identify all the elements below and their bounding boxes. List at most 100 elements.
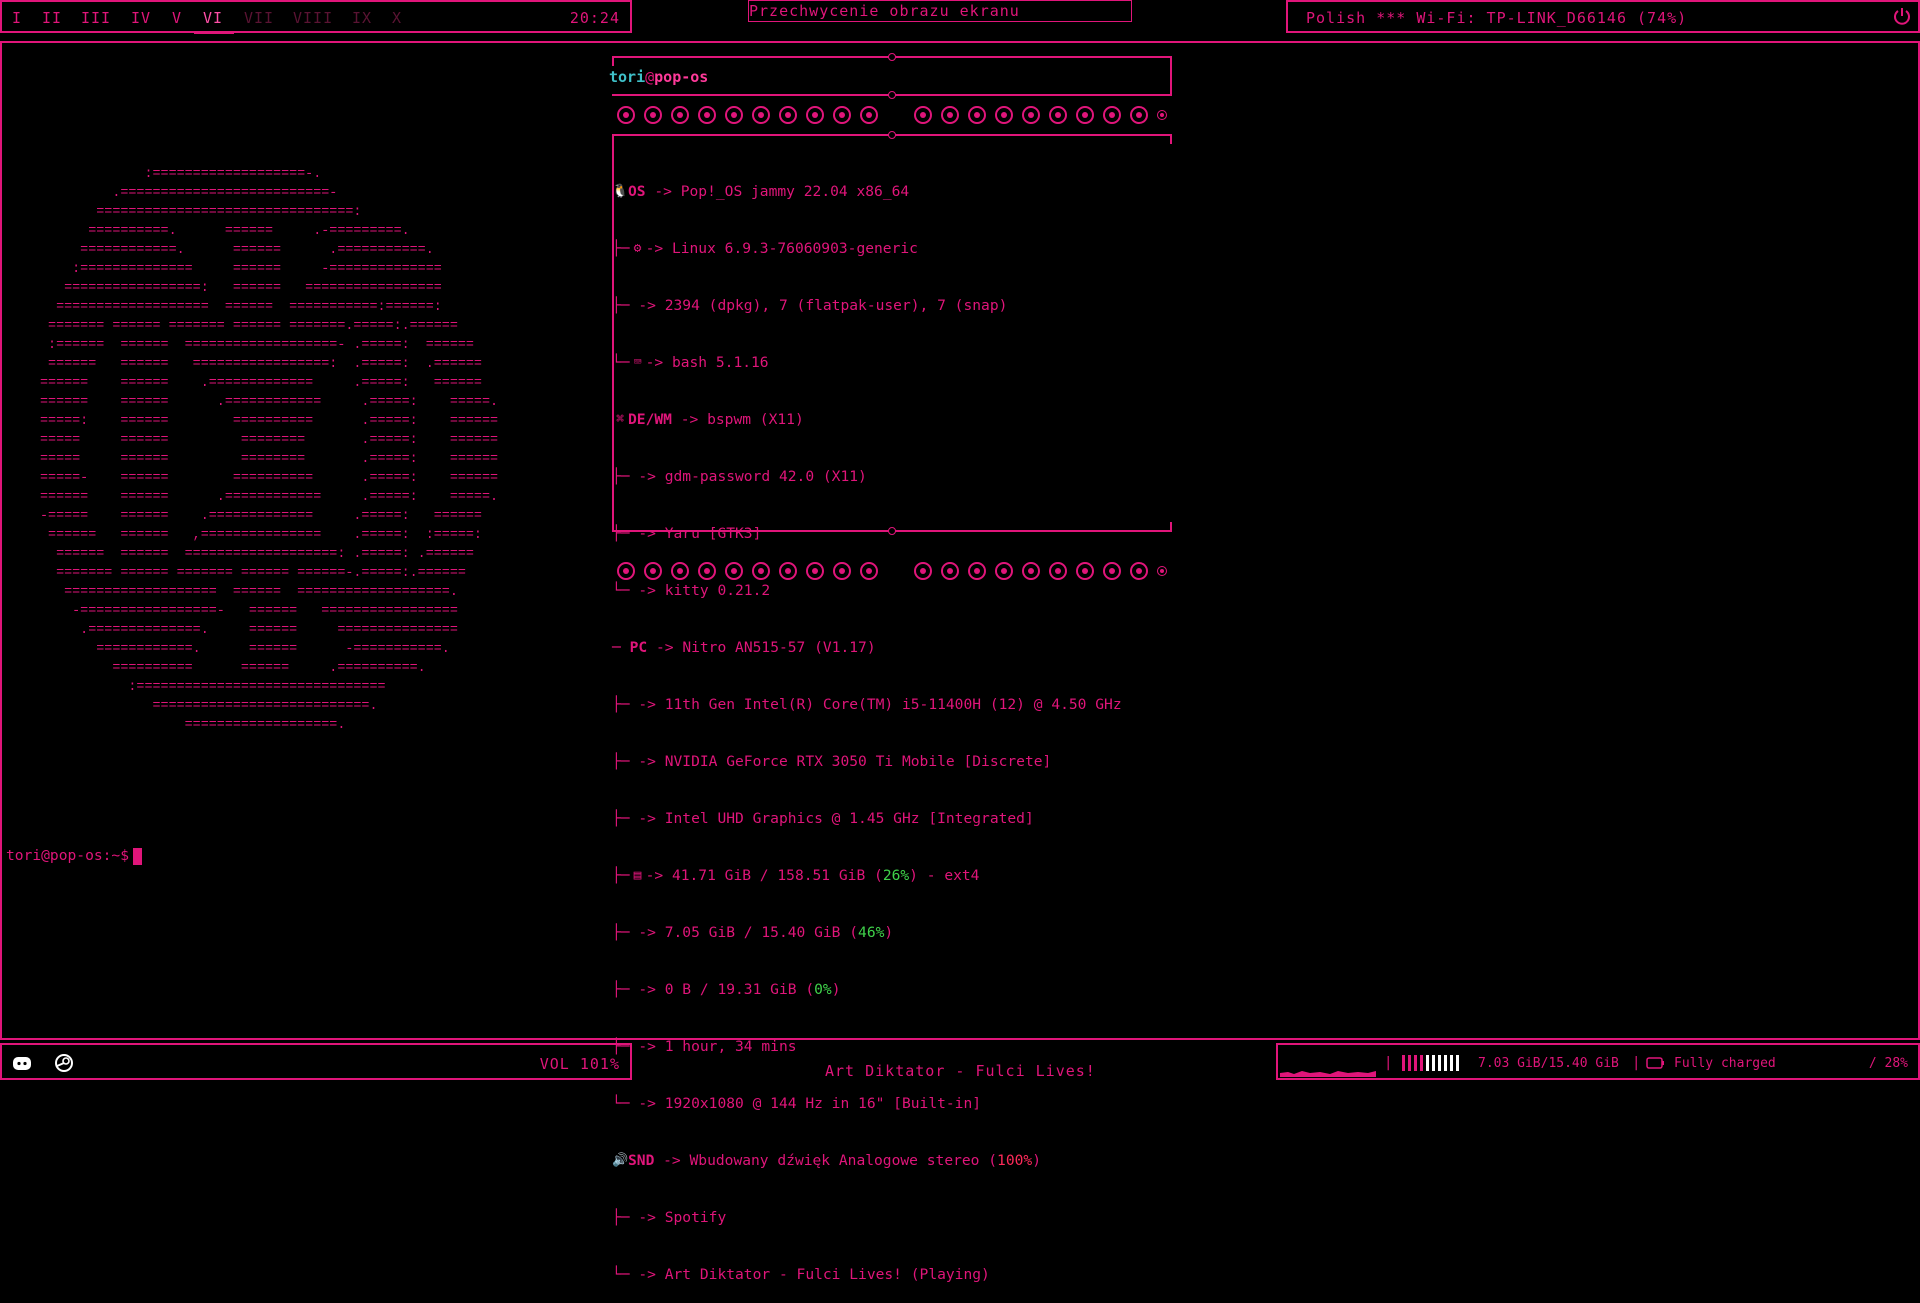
username: tori [609, 68, 646, 86]
info-row-sound: 🔊 SND -> Wbudowany dźwięk Analogowe stere… [612, 1152, 1041, 1169]
workspace-10[interactable]: X [392, 9, 402, 27]
tree-branch: ├─ [612, 810, 630, 827]
clock: 20:24 [569, 9, 620, 27]
info-row-gpu1: ├─ -> NVIDIA GeForce RTX 3050 Ti Mobile … [612, 753, 1052, 770]
network-status[interactable]: Polish *** Wi-Fi: TP-LINK_D66146 (74%) [1306, 9, 1687, 27]
gear-icon: ⚙ [633, 241, 642, 256]
info-value: 11th Gen Intel(R) Core(TM) i5-11400H (12… [664, 696, 1122, 713]
workspace-3[interactable]: III [81, 9, 111, 27]
info-row-de: ⌘ DE/WM -> bspwm (X11) [612, 410, 1122, 429]
disk-icon: ▤ [633, 868, 642, 883]
workspace-9[interactable]: IX [352, 9, 372, 27]
info-row-memory: ├─ -> 7.05 GiB / 15.40 GiB (46%) [612, 924, 894, 941]
info-value: Linux 6.9.3-76060903-generic [671, 240, 918, 257]
color-dot [644, 106, 662, 124]
info-value: 0 B / 19.31 GiB ( [664, 981, 815, 998]
tree-branch: ├─ [612, 297, 630, 314]
active-workspace-indicator [194, 31, 234, 34]
frame-knot [888, 91, 896, 99]
frame-knot [888, 53, 896, 61]
tree-branch: ─ [612, 639, 621, 656]
color-dot [698, 106, 716, 124]
info-row-cpu: ├─ -> 11th Gen Intel(R) Core(TM) i5-1140… [612, 696, 1122, 713]
memory-bar-segment [1456, 1055, 1459, 1071]
info-value: 1 hour, 34 mins [664, 1038, 797, 1055]
info-value: gdm-password 42.0 (X11) [664, 468, 867, 485]
memory-bar-segment [1426, 1055, 1429, 1071]
memory-bar-segment [1414, 1055, 1417, 1071]
color-dot [725, 562, 743, 580]
linux-icon: 🐧 [612, 184, 629, 199]
color-dot [995, 562, 1013, 580]
memory-bar-segment [1450, 1055, 1453, 1071]
info-row-shell: └─ ⌨ -> bash 5.1.16 [612, 354, 769, 371]
color-dots-top [617, 106, 1176, 124]
info-value: Spotify [664, 1209, 727, 1226]
workspace-4[interactable]: IV [131, 9, 151, 27]
memory-bar-segment [1402, 1055, 1405, 1071]
info-value: Intel UHD Graphics @ 1.45 GHz [Integrate… [664, 810, 1034, 827]
window-title-text: Przechwycenie obrazu ekranu [749, 2, 1020, 20]
info-row-player: ├─ -> Spotify [612, 1209, 727, 1226]
tree-branch: ├─ [612, 867, 630, 884]
info-percent: 100% [997, 1152, 1033, 1169]
tree-branch: ├─ [612, 525, 630, 542]
color-dot [617, 562, 635, 580]
info-key: OS [628, 183, 646, 200]
info-tail: ) [831, 981, 841, 998]
info-value: Nitro AN515-57 (V1.17) [682, 639, 876, 656]
info-value: 41.71 GiB / 158.51 GiB ( [671, 867, 883, 884]
tree-branch: ├─ [612, 468, 630, 485]
workspace-8[interactable]: VIII [293, 9, 333, 27]
info-value: Yaru [GTK3] [664, 525, 762, 542]
workspace-1[interactable]: I [12, 9, 22, 27]
color-dot [779, 106, 797, 124]
tree-branch: ├─ [612, 924, 630, 941]
info-key: DE/WM [628, 411, 672, 428]
discord-icon[interactable] [12, 1053, 32, 1073]
volume-indicator[interactable]: VOL 101% [540, 1055, 620, 1073]
memory-bar-segment [1420, 1055, 1423, 1071]
tree-branch: └─ [612, 354, 630, 371]
info-key: PC [629, 639, 648, 656]
info-row-uptime: ├─ -> 1 hour, 34 mins [612, 1038, 797, 1055]
steam-icon[interactable] [54, 1053, 74, 1073]
info-value: bash 5.1.16 [671, 354, 769, 371]
memory-bars [1402, 1055, 1462, 1071]
info-row-packages: ├─ -> 2394 (dpkg), 7 (flatpak-user), 7 (… [612, 297, 1008, 314]
tree-branch: ├─ [612, 240, 630, 257]
at-sign: @ [645, 68, 655, 86]
now-playing[interactable]: Art Diktator - Fulci Lives! [825, 1062, 1096, 1080]
separator: | [1384, 1055, 1393, 1071]
color-dot [752, 562, 770, 580]
status-bar-right: Polish *** Wi-Fi: TP-LINK_D66146 (74%) [1286, 0, 1920, 33]
header-frame-right [1170, 56, 1172, 96]
workspace-6[interactable]: VI [203, 9, 223, 27]
info-frame-right [1170, 134, 1172, 144]
color-dot [833, 106, 851, 124]
color-dot [671, 106, 689, 124]
info-row-pc: ─ PC -> Nitro AN515-57 (V1.17) [612, 639, 876, 656]
info-row-terminal: └─ -> kitty 0.21.2 [612, 582, 771, 599]
color-dot [671, 562, 689, 580]
color-dot [941, 562, 959, 580]
hostname: pop-os [654, 68, 709, 86]
color-dot [1103, 562, 1121, 580]
info-value: bspwm (X11) [707, 411, 804, 428]
memory-bar-segment [1438, 1055, 1441, 1071]
separator: | [1632, 1055, 1641, 1071]
memory-bar-segment [1432, 1055, 1435, 1071]
color-dots-bottom [617, 562, 1176, 580]
color-dot [1076, 106, 1094, 124]
info-value: 2394 (dpkg), 7 (flatpak-user), 7 (snap) [664, 297, 1008, 314]
power-icon[interactable] [1892, 6, 1912, 26]
workspace-bar: I II III IV V VI VII VIII IX X 20:24 [0, 0, 632, 34]
workspace-2[interactable]: II [42, 9, 62, 27]
system-info: 🐧 OS -> Pop!_OS jammy 22.04 x86_64 ├─ ⚙ -> … [612, 144, 1122, 1303]
workspace-7[interactable]: VII [244, 9, 274, 27]
color-dot [725, 106, 743, 124]
info-row-song: └─ -> Art Diktator - Fulci Lives! (Playi… [612, 1266, 990, 1283]
workspace-5[interactable]: V [172, 9, 182, 27]
shell-prompt[interactable]: tori@pop-os:~$ [6, 847, 143, 865]
color-dot [1130, 562, 1148, 580]
